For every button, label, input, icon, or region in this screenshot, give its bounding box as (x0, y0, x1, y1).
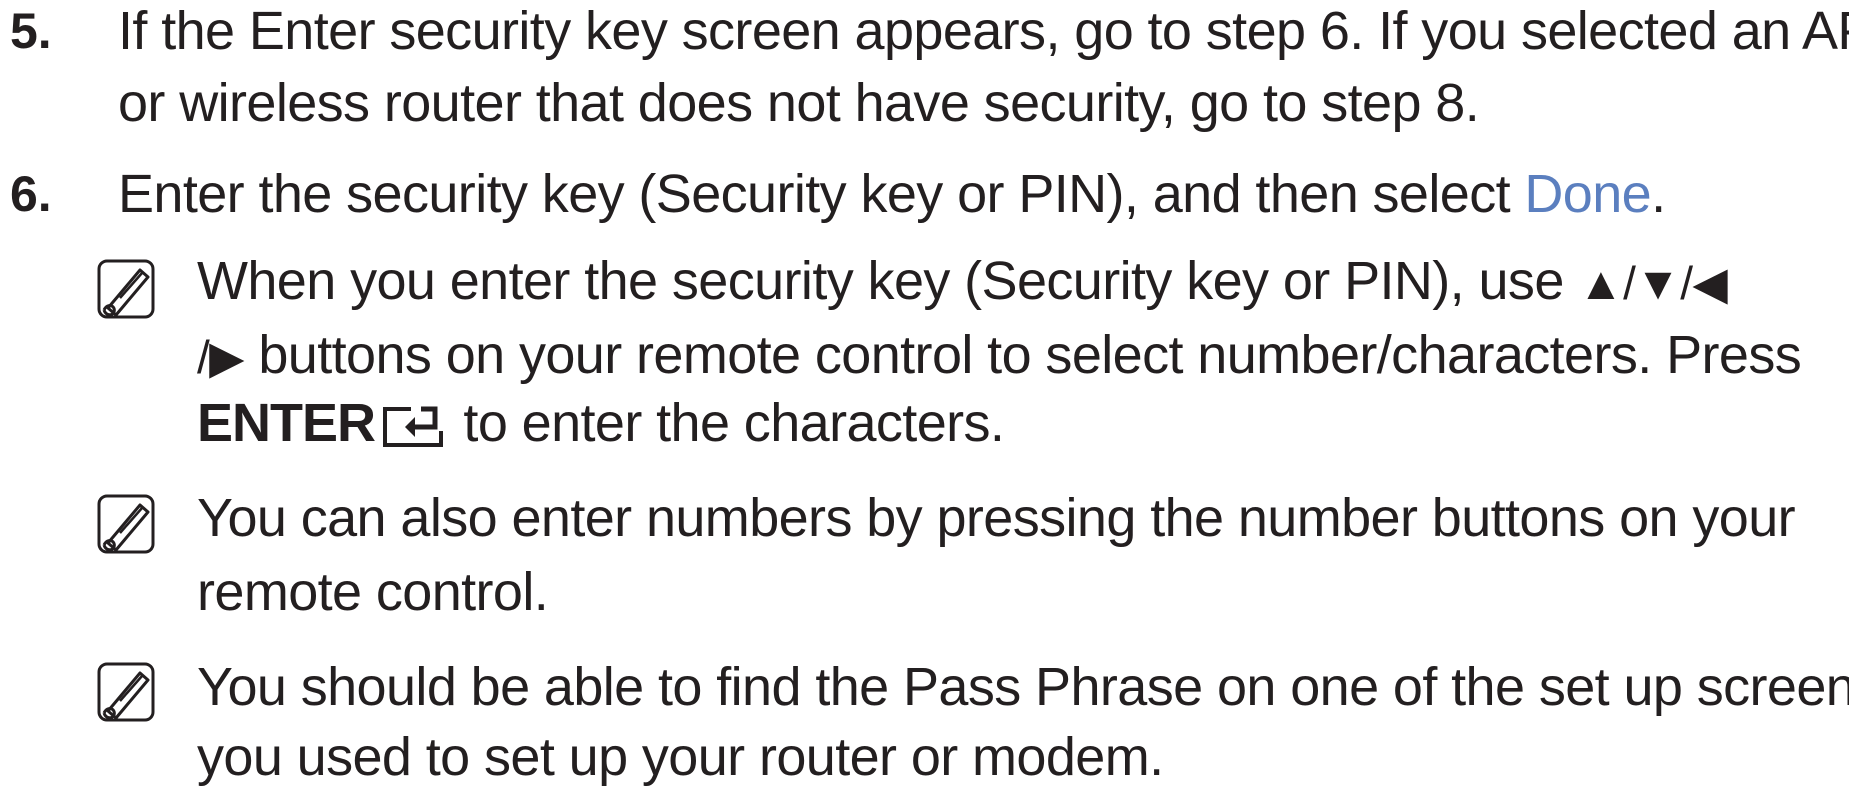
enter-key-label: ENTER (197, 393, 376, 453)
note-1-line-1: When you enter the security key (Securit… (197, 246, 1728, 318)
note-1-text-2: buttons on your remote control to select… (243, 325, 1802, 385)
note-pencil-icon (97, 662, 155, 722)
manual-page: 5. If the Enter security key screen appe… (0, 0, 1849, 788)
done-option: Done (1524, 164, 1652, 224)
step-5-number: 5. (10, 3, 52, 59)
step-6-line: Enter the security key (Security key or … (118, 159, 1666, 229)
step-5-line-1: If the Enter security key screen appears… (118, 1, 1849, 61)
note-2-line-1: You can also enter numbers by pressing t… (197, 488, 1796, 548)
note-3-line-1: You should be able to find the Pass Phra… (197, 657, 1849, 717)
step-6-period: . (1651, 164, 1666, 224)
right-arrow-icon: /▶ (197, 331, 245, 383)
step-5-line-2: or wireless router that does not have se… (118, 73, 1480, 133)
note-1-text-1: When you enter the security key (Securit… (197, 251, 1579, 311)
arrow-buttons-icon: ▲/▼/◀ (1578, 257, 1728, 309)
note-1-line-2: /▶ buttons on your remote control to sel… (197, 320, 1802, 392)
step-6-text: Enter the security key (Security key or … (118, 164, 1525, 224)
note-1-line-3: ENTER to enter the characters. (197, 388, 1005, 458)
enter-key-icon (383, 406, 444, 447)
note-pencil-icon (97, 494, 155, 554)
step-6-number: 6. (10, 166, 52, 222)
note-2-line-2: remote control. (197, 562, 549, 622)
note-3-line-2: you used to set up your router or modem. (197, 727, 1164, 787)
note-1-text-3: to enter the characters. (449, 393, 1005, 453)
note-pencil-icon (97, 259, 155, 319)
